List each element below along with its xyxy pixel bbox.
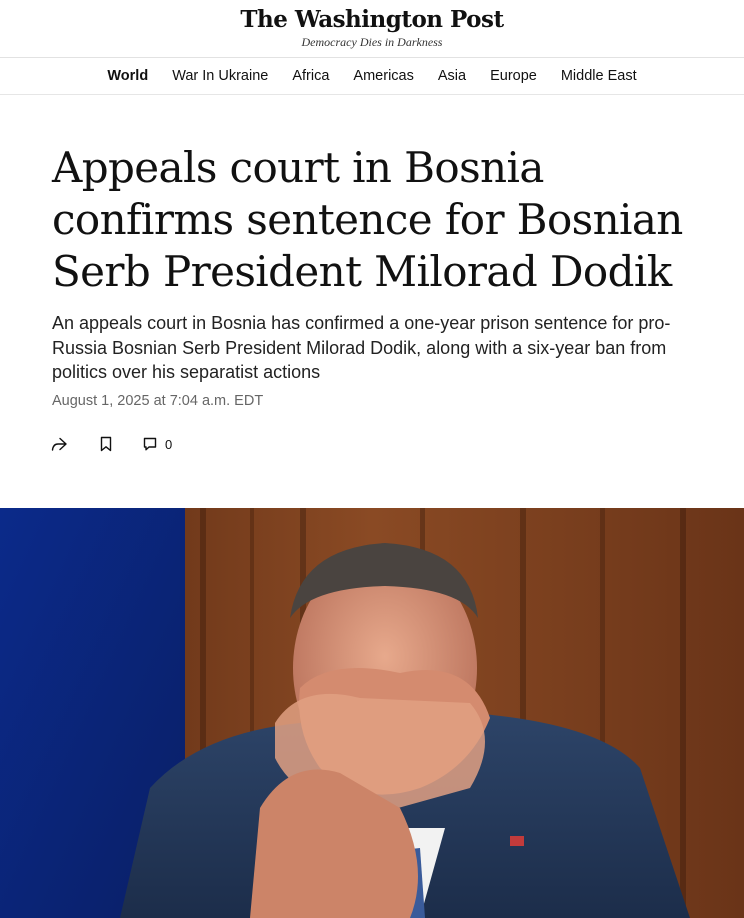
article-timestamp: August 1, 2025 at 7:04 a.m. EDT [52,393,264,409]
article-dek: An appeals court in Bosnia has confirmed… [52,313,671,382]
section-nav: World War In Ukraine Africa Americas Asi… [0,58,744,95]
lead-photo [0,508,744,918]
lead-photo-image [0,508,744,918]
nav-item-middle-east[interactable]: Middle East [549,68,649,84]
nav-item-africa[interactable]: Africa [280,68,341,84]
bookmark-icon [98,435,114,453]
nav-item-war-in-ukraine[interactable]: War In Ukraine [160,68,280,84]
article-headline: Appeals court in Bosnia confirms sentenc… [52,143,683,296]
nav-item-europe[interactable]: Europe [478,68,549,84]
site-logo[interactable]: The Washington Post [0,6,744,33]
comment-icon [142,436,158,452]
masthead: The Washington Post Democracy Dies in Da… [0,0,744,58]
save-button[interactable] [98,435,114,453]
nav-item-americas[interactable]: Americas [341,68,425,84]
comment-count: 0 [165,436,173,452]
article-actions: 0 [50,432,172,456]
comments-button[interactable]: 0 [142,436,172,452]
site-tagline: Democracy Dies in Darkness [301,35,443,49]
nav-item-world[interactable]: World [95,68,160,84]
share-button[interactable] [50,435,68,453]
nav-item-asia[interactable]: Asia [426,68,478,84]
share-icon [50,435,68,453]
